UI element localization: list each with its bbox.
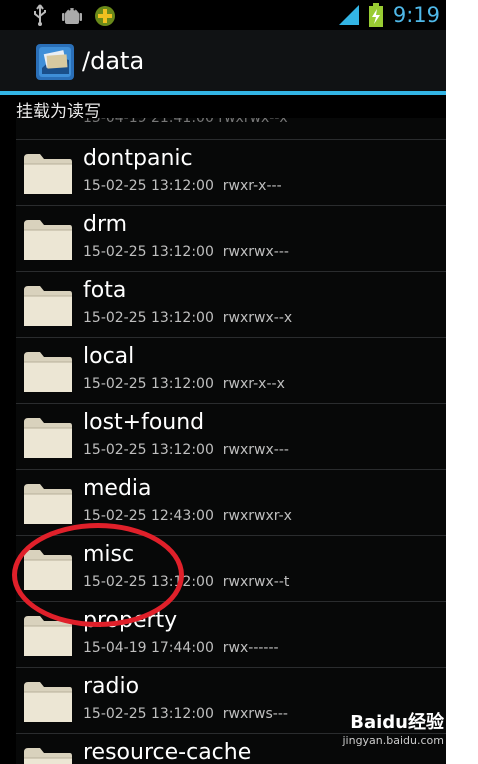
file-meta: 15-02-25 13:12:00 rwxrwx--- (83, 442, 289, 458)
file-list[interactable]: 15-04-19 21:41:00 rwxrwx--x dontpanic 15… (16, 118, 446, 764)
folder-icon (24, 220, 72, 260)
folder-icon (24, 352, 72, 392)
file-meta: 15-04-19 17:44:00 rwx------ (83, 640, 279, 656)
file-meta: 15-02-25 13:12:00 rwxrws--- (83, 706, 288, 722)
status-bar: 9:19 (0, 0, 478, 30)
file-name: lost+found (83, 410, 205, 435)
list-item[interactable]: lost+found 15-02-25 13:12:00 rwxrwx--- (16, 403, 446, 469)
usb-icon (34, 4, 46, 26)
current-path-title: /data (82, 47, 145, 75)
watermark: Baidu经验 jingyan.baidu.com (342, 708, 444, 747)
file-name: media (83, 476, 152, 501)
folder-icon (24, 616, 72, 656)
signal-icon (339, 5, 359, 25)
file-manager-icon[interactable] (35, 42, 75, 82)
action-bar-divider (0, 91, 446, 95)
file-name: dontpanic (83, 146, 193, 171)
notification-app-icon (95, 6, 115, 26)
file-meta: 15-02-25 13:12:00 rwxr-x--- (83, 178, 282, 194)
file-meta: 15-02-25 12:43:00 rwxrwxr-x (83, 508, 292, 524)
scrolled-row-fragment: 15-04-19 21:41:00 rwxrwx--x (83, 118, 288, 126)
list-item[interactable]: property 15-04-19 17:44:00 rwx------ (16, 601, 446, 667)
file-name: fota (83, 278, 127, 303)
watermark-url: jingyan.baidu.com (342, 734, 444, 747)
list-item[interactable]: local 15-02-25 13:12:00 rwxr-x--x (16, 337, 446, 403)
folder-icon (24, 154, 72, 194)
folder-icon (24, 484, 72, 524)
android-debug-icon (62, 8, 82, 24)
file-meta: 15-02-25 13:12:00 rwxr-x--x (83, 376, 285, 392)
list-item[interactable]: media 15-02-25 12:43:00 rwxrwxr-x (16, 469, 446, 535)
battery-charging-icon (369, 3, 383, 27)
side-margin (446, 0, 478, 764)
folder-icon (24, 418, 72, 458)
file-name: property (83, 608, 178, 633)
watermark-brand: Baidu经验 (350, 712, 444, 733)
file-name: drm (83, 212, 128, 237)
folder-icon (24, 748, 72, 764)
clock: 9:19 (392, 3, 440, 27)
file-meta: 15-02-25 13:12:00 rwxrwx--x (83, 310, 293, 326)
list-item[interactable]: drm 15-02-25 13:12:00 rwxrwx--- (16, 205, 446, 271)
folder-icon (24, 550, 72, 590)
folder-icon (24, 286, 72, 326)
list-item[interactable]: dontpanic 15-02-25 13:12:00 rwxr-x--- (16, 139, 446, 205)
file-name: misc (83, 542, 135, 567)
list-item[interactable]: fota 15-02-25 13:12:00 rwxrwx--x (16, 271, 446, 337)
file-meta: 15-02-25 13:12:00 rwxrwx--t (83, 574, 290, 590)
file-name: radio (83, 674, 140, 699)
file-name: resource-cache (83, 740, 252, 764)
folder-icon (24, 682, 72, 722)
file-name: local (83, 344, 135, 369)
list-item[interactable]: misc 15-02-25 13:12:00 rwxrwx--t (16, 535, 446, 601)
file-meta: 15-02-25 13:12:00 rwxrwx--- (83, 244, 289, 260)
